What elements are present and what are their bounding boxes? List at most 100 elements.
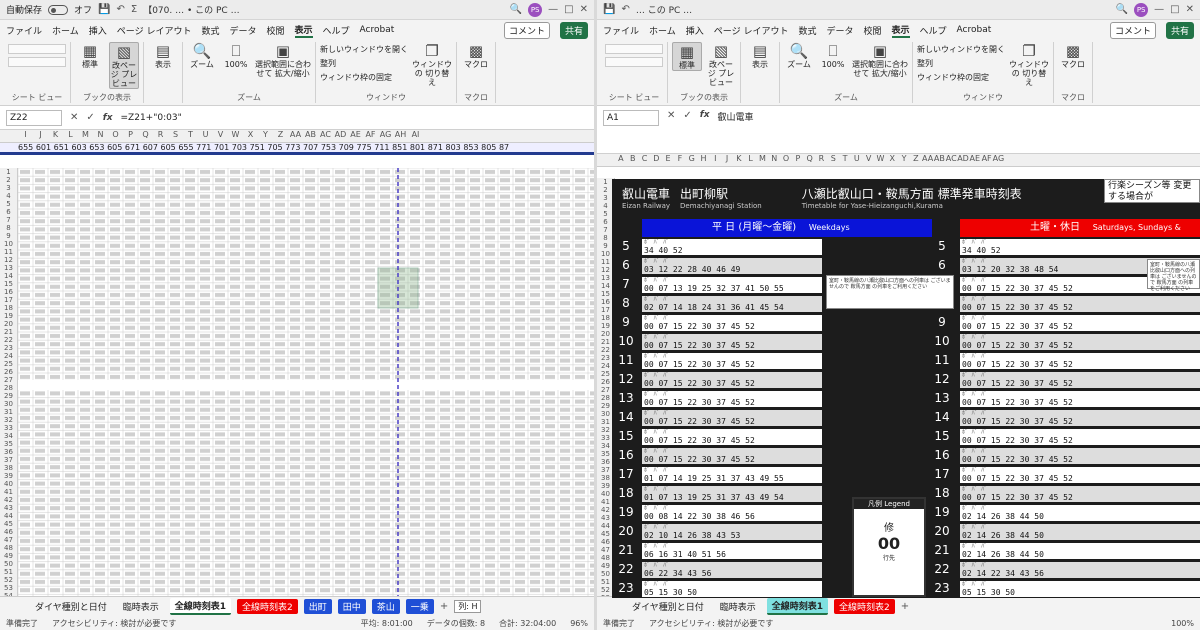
fx-icon[interactable]: fx: [700, 110, 710, 120]
spreadsheet-grid[interactable]: [18, 168, 594, 600]
column-header[interactable]: T: [839, 154, 851, 163]
tab-ichijo[interactable]: 一乗: [405, 599, 434, 614]
column-header[interactable]: S: [827, 154, 839, 163]
close-icon[interactable]: ✕: [1186, 4, 1194, 15]
formula-input[interactable]: =Z21+"0:03": [121, 113, 182, 123]
tab-insert[interactable]: 挿入: [89, 24, 107, 37]
undo-icon[interactable]: ↶: [116, 4, 124, 15]
column-header[interactable]: N: [768, 154, 780, 163]
status-accessibility[interactable]: アクセシビリティ: 検討が必要です: [52, 618, 176, 629]
column-header[interactable]: U: [851, 154, 863, 163]
column-header[interactable]: L: [63, 130, 78, 139]
column-header[interactable]: Z: [273, 130, 288, 139]
tab-view[interactable]: 表示: [294, 23, 313, 38]
status-zoom[interactable]: 100%: [1171, 619, 1194, 628]
tab-home[interactable]: ホーム: [52, 24, 79, 37]
zoom-button[interactable]: 🔍 ズーム: [784, 42, 814, 69]
tab-view[interactable]: 表示: [891, 23, 910, 38]
tab-data[interactable]: データ: [229, 24, 256, 37]
column-header[interactable]: AI: [408, 130, 423, 139]
maximize-icon[interactable]: □: [1170, 4, 1179, 15]
status-zoom[interactable]: 96%: [570, 619, 588, 628]
tab-diagram-type[interactable]: ダイヤ種別と日付: [627, 599, 709, 614]
comment-button[interactable]: コメント: [1109, 21, 1156, 39]
column-header[interactable]: D: [650, 154, 662, 163]
column-header[interactable]: S: [168, 130, 183, 139]
column-header[interactable]: O: [108, 130, 123, 139]
column-header[interactable]: I: [709, 154, 721, 163]
tab-temp[interactable]: 臨時表示: [715, 599, 761, 614]
tab-formulas[interactable]: 数式: [798, 24, 816, 37]
avatar[interactable]: PS: [528, 2, 543, 17]
close-icon[interactable]: ✕: [580, 4, 588, 15]
search-icon[interactable]: 🔍: [1116, 4, 1128, 15]
undo-icon[interactable]: ↶: [621, 4, 629, 15]
tab-review[interactable]: 校閲: [266, 24, 284, 37]
column-header[interactable]: K: [48, 130, 63, 139]
zoom-button[interactable]: 🔍 ズーム: [187, 42, 217, 69]
column-header[interactable]: J: [721, 154, 733, 163]
share-button[interactable]: 共有: [1165, 21, 1194, 39]
column-header[interactable]: Q: [804, 154, 816, 163]
column-header[interactable]: Q: [138, 130, 153, 139]
column-header[interactable]: X: [886, 154, 898, 163]
tab-file[interactable]: ファイル: [6, 24, 42, 37]
fit-selection-button[interactable]: ▣ 選択範囲に合わせて 拡大/縮小: [255, 42, 311, 78]
macro-button[interactable]: ▩ マクロ: [461, 42, 491, 69]
tab-demachi[interactable]: 出町: [303, 599, 332, 614]
column-header[interactable]: Y: [258, 130, 273, 139]
tab-page-layout[interactable]: ページ レイアウト: [714, 24, 789, 37]
column-header[interactable]: X: [243, 130, 258, 139]
pagebreak-button[interactable]: ▧ 改ページ プレビュー: [109, 42, 139, 89]
column-header[interactable]: AF: [981, 154, 993, 163]
column-header[interactable]: AG: [993, 154, 1005, 163]
show-button[interactable]: ▤ 表示: [745, 42, 775, 69]
column-header[interactable]: AF: [363, 130, 378, 139]
column-header[interactable]: R: [816, 154, 828, 163]
column-header[interactable]: G: [686, 154, 698, 163]
share-button[interactable]: 共有: [559, 21, 588, 39]
tab-temp[interactable]: 臨時表示: [118, 599, 164, 614]
column-header[interactable]: I: [18, 130, 33, 139]
column-header[interactable]: E: [662, 154, 674, 163]
tab-diagram-type[interactable]: ダイヤ種別と日付: [30, 599, 112, 614]
standard-button[interactable]: ▦ 標準: [75, 42, 105, 69]
column-header[interactable]: B: [627, 154, 639, 163]
switch-window-button[interactable]: ❐ ウィンドウの 切り替え: [412, 42, 452, 87]
tab-page-layout[interactable]: ページ レイアウト: [117, 24, 192, 37]
column-header[interactable]: W: [228, 130, 243, 139]
column-header[interactable]: W: [875, 154, 887, 163]
tab-chayama[interactable]: 茶山: [371, 599, 400, 614]
column-header[interactable]: H: [698, 154, 710, 163]
comment-button[interactable]: コメント: [503, 21, 550, 39]
zoom100-button[interactable]: ⎕ 100%: [221, 42, 251, 69]
column-header[interactable]: L: [745, 154, 757, 163]
standard-button[interactable]: ▦ 標準: [672, 42, 702, 71]
column-header[interactable]: AE: [969, 154, 981, 163]
tab-review[interactable]: 校閲: [863, 24, 881, 37]
column-header[interactable]: N: [93, 130, 108, 139]
tab-file[interactable]: ファイル: [603, 24, 639, 37]
tab-all-lines-2[interactable]: 全線時刻表2: [237, 599, 298, 614]
column-header[interactable]: V: [863, 154, 875, 163]
arrange-button[interactable]: 整列: [917, 58, 1005, 69]
column-header[interactable]: T: [183, 130, 198, 139]
show-button[interactable]: ▤ 表示: [148, 42, 178, 69]
column-header[interactable]: C: [639, 154, 651, 163]
cancel-icon[interactable]: ✕: [70, 112, 78, 123]
column-header[interactable]: AB: [303, 130, 318, 139]
add-sheet-icon[interactable]: +: [901, 601, 909, 612]
column-header[interactable]: V: [213, 130, 228, 139]
autosave-toggle[interactable]: [48, 4, 69, 15]
tab-acrobat[interactable]: Acrobat: [360, 25, 395, 35]
tab-help[interactable]: ヘルプ: [920, 24, 947, 37]
formula-input[interactable]: 叡山電車: [718, 110, 754, 123]
pagebreak-button[interactable]: ▧ 改ページ プレビュー: [706, 42, 736, 87]
status-accessibility[interactable]: アクセシビリティ: 検討が必要です: [649, 618, 773, 629]
column-header[interactable]: J: [33, 130, 48, 139]
name-box[interactable]: A1: [603, 110, 659, 126]
freeze-button[interactable]: ウィンドウ枠の固定: [917, 72, 1005, 83]
zoom100-button[interactable]: ⎕ 100%: [818, 42, 848, 69]
tab-help[interactable]: ヘルプ: [323, 24, 350, 37]
maximize-icon[interactable]: □: [564, 4, 573, 15]
